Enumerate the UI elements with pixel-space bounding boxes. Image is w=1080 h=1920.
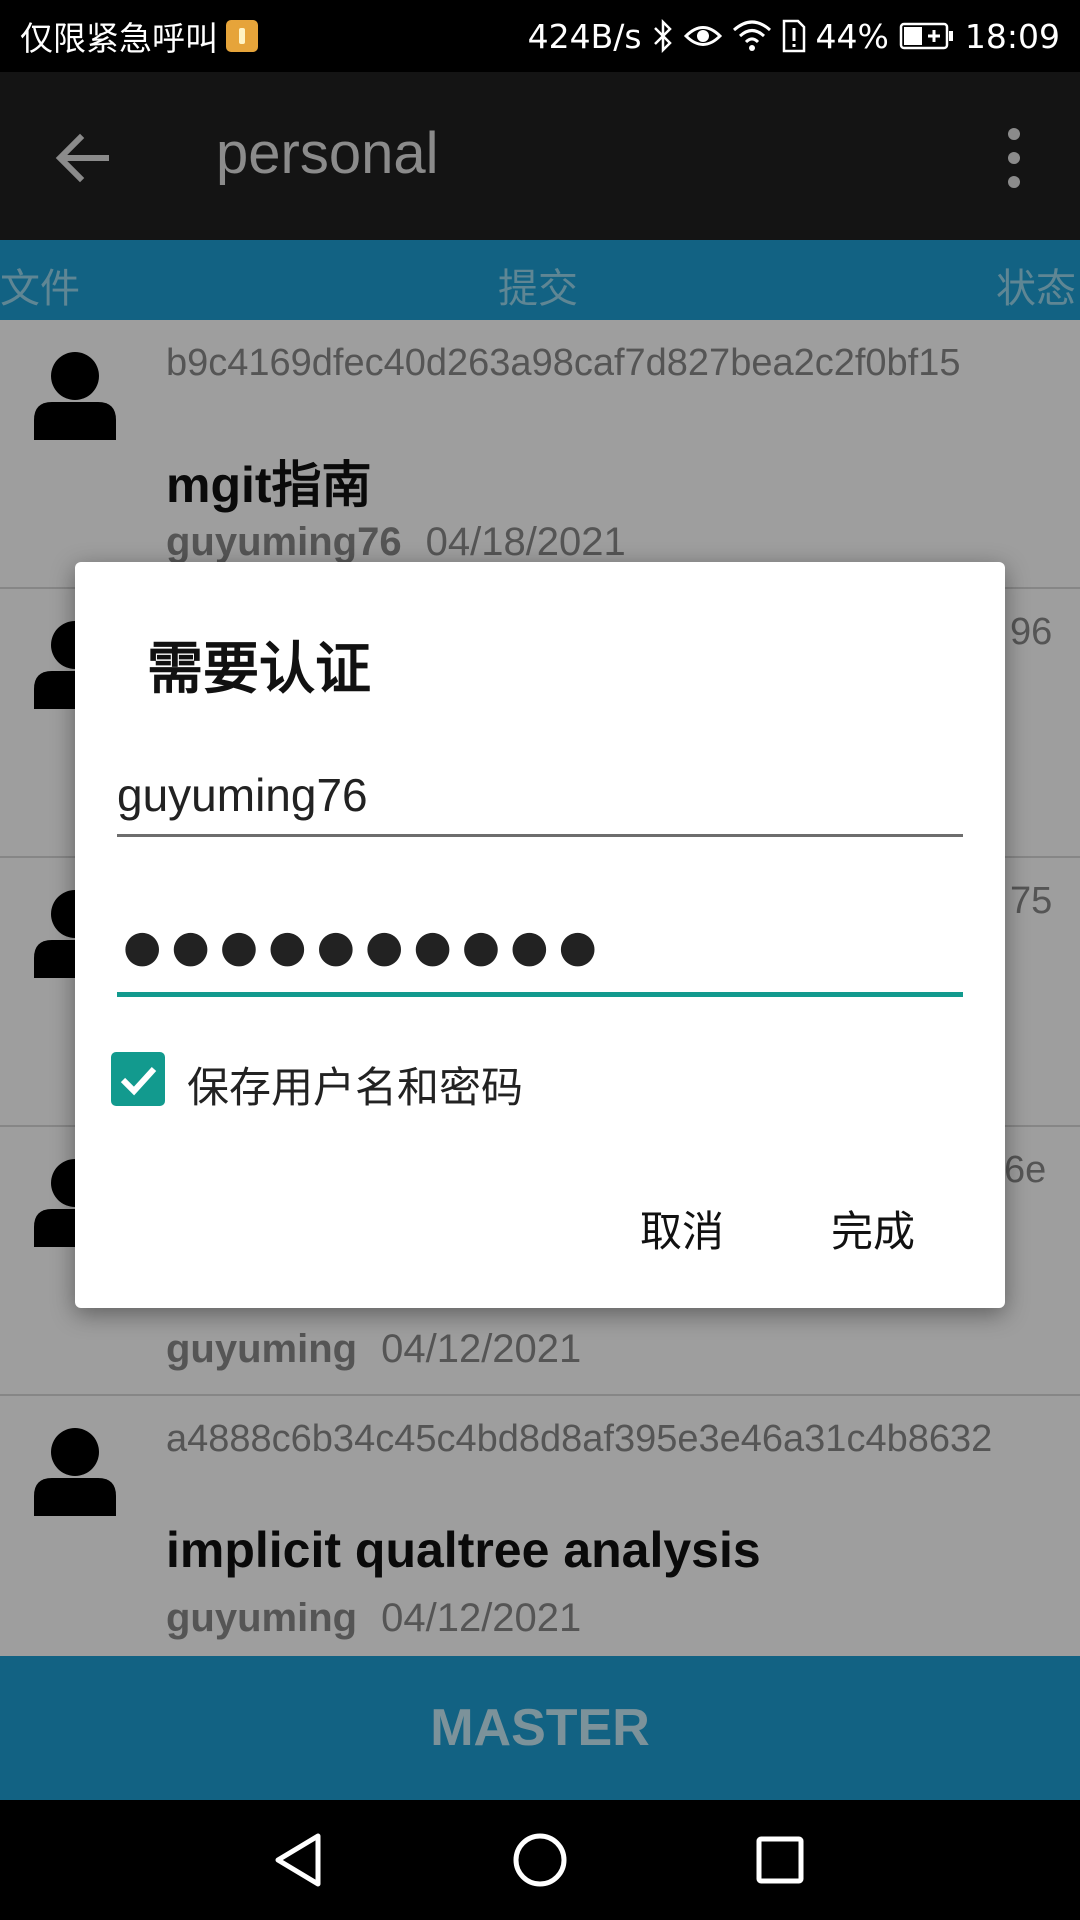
sim-icon	[226, 20, 258, 52]
status-right: 424B/s 44% 18:09	[528, 17, 1060, 56]
system-nav-bar	[0, 1800, 1080, 1920]
username-value: guyuming76	[117, 769, 368, 821]
battery-percent-text: 44%	[815, 16, 889, 56]
dialog-title: 需要认证	[147, 637, 371, 702]
auth-dialog: 需要认证 guyuming76 ●●●●●●●●●● 保存用户名和密码 取消 完…	[75, 562, 1005, 1308]
done-button[interactable]: 完成	[831, 1198, 915, 1259]
clock-text: 18:09	[964, 16, 1060, 56]
password-field[interactable]: ●●●●●●●●●●	[117, 902, 963, 997]
username-field[interactable]: guyuming76	[117, 754, 963, 837]
checkmark-icon	[120, 1066, 157, 1096]
cancel-button[interactable]: 取消	[640, 1198, 724, 1259]
nav-back-icon[interactable]	[268, 1828, 332, 1892]
password-value: ●●●●●●●●●●	[123, 921, 607, 972]
status-left: 仅限紧急呼叫	[20, 12, 258, 60]
nav-home-icon[interactable]	[508, 1828, 572, 1892]
status-bar: 仅限紧急呼叫 424B/s 44% 18:09	[0, 0, 1080, 72]
save-credentials-checkbox[interactable]	[111, 1052, 165, 1106]
save-credentials-label[interactable]: 保存用户名和密码	[187, 1054, 523, 1115]
nav-recents-icon[interactable]	[748, 1828, 812, 1892]
sim-alert-icon	[782, 19, 806, 53]
eye-icon	[683, 21, 722, 51]
battery-charging-icon	[899, 22, 955, 50]
net-speed-text: 424B/s	[527, 16, 642, 56]
carrier-text: 仅限紧急呼叫	[20, 19, 218, 58]
wifi-icon	[732, 20, 772, 52]
bluetooth-icon	[652, 19, 674, 53]
